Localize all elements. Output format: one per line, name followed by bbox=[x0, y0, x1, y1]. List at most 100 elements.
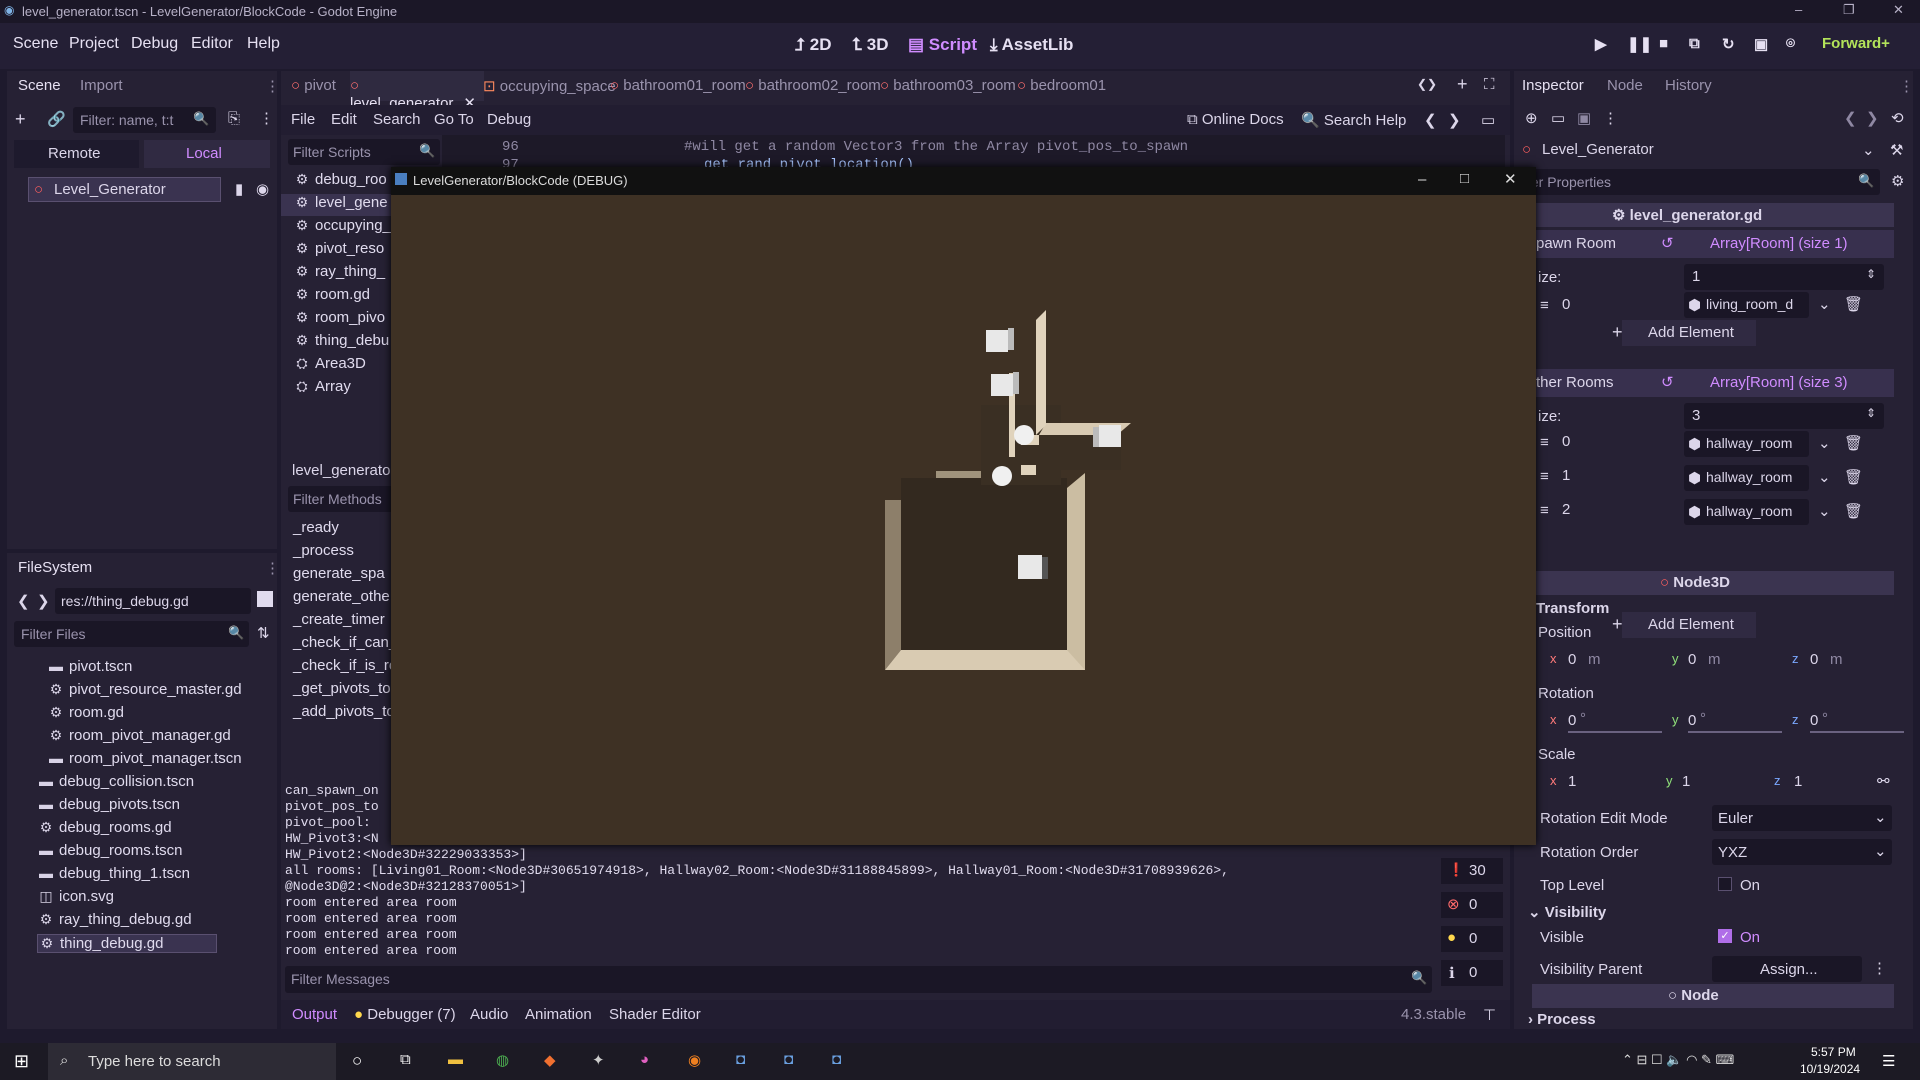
drag-handle-icon[interactable]: ≡ bbox=[1540, 297, 1549, 314]
warning-count-filter[interactable]: ● 0 bbox=[1441, 926, 1503, 952]
tab-filesystem[interactable]: FileSystem bbox=[18, 559, 92, 576]
rotation-z-slider[interactable] bbox=[1810, 731, 1904, 733]
taskbar-search[interactable]: ⌕ Type here to search bbox=[48, 1043, 336, 1080]
mode-assetlib-button[interactable]: ⤓ AssetLib bbox=[990, 35, 1073, 55]
forward-icon[interactable]: ❯ bbox=[37, 592, 50, 610]
minimize-icon[interactable]: – bbox=[1418, 171, 1426, 188]
task-view-icon[interactable]: ⧉ bbox=[400, 1051, 411, 1068]
menu-debug[interactable]: Debug bbox=[131, 35, 178, 53]
editor-tab-bedroom01[interactable]: ○ bedroom01 bbox=[1017, 71, 1106, 101]
file-item[interactable]: ▬ debug_collision.tscn bbox=[37, 773, 194, 790]
spawn-item-0-resource[interactable]: ⬢ living_room_d bbox=[1684, 292, 1809, 318]
app-icon-2[interactable]: ✦ bbox=[592, 1051, 605, 1069]
other-item-2-resource[interactable]: ⬢ hallway_room bbox=[1684, 499, 1809, 525]
revert-icon[interactable]: ↺ bbox=[1661, 373, 1674, 391]
mode-script-button[interactable]: ▤ Script bbox=[908, 35, 977, 55]
visible-checkbox[interactable]: ✓ On bbox=[1712, 926, 1792, 950]
more-icon[interactable]: ⋮ bbox=[1603, 109, 1618, 127]
split-view-icon[interactable] bbox=[257, 591, 273, 607]
editor-tab-bathroom03-room[interactable]: ○ bathroom03_room bbox=[880, 71, 1016, 101]
visibility-parent-assign[interactable]: Assign... bbox=[1712, 956, 1862, 982]
spawn-room-property[interactable]: pawn Room ↺ Array[Room] (size 1) bbox=[1532, 230, 1894, 258]
tray-icons[interactable]: ⌃ ⊟ ☐ 🔈 ◠ ✎ ⌨ bbox=[1622, 1052, 1734, 1068]
menu-editor[interactable]: Editor bbox=[191, 35, 233, 53]
save-resource-icon[interactable]: ▣ bbox=[1577, 109, 1591, 127]
movie-icon[interactable]: ⌾ bbox=[1786, 35, 1795, 52]
delete-icon[interactable]: 🗑 bbox=[1844, 295, 1863, 313]
back-icon[interactable]: ❮ bbox=[17, 592, 30, 610]
scene-root-node[interactable]: ○ Level_Generator bbox=[28, 177, 221, 202]
file-item[interactable]: ⚙ thing_debug.gd bbox=[37, 934, 217, 953]
top-level-checkbox[interactable]: On bbox=[1712, 874, 1792, 898]
file-item[interactable]: ▬ debug_pivots.tscn bbox=[37, 796, 180, 813]
chevron-down-icon[interactable]: ⌄ bbox=[1818, 295, 1831, 313]
visibility-section[interactable]: ⌄ Visibility bbox=[1528, 903, 1606, 921]
dock-menu-icon[interactable]: ⋮ bbox=[1899, 77, 1914, 95]
file-explorer-icon[interactable]: ▬ bbox=[448, 1051, 463, 1068]
clock-time[interactable]: 5:57 PM bbox=[1811, 1045, 1856, 1059]
rotation-fields[interactable]: x 0 ° y 0 ° z 0 ° bbox=[1532, 707, 1904, 735]
rotation-x-slider[interactable] bbox=[1568, 731, 1662, 733]
delete-icon[interactable]: 🗑 bbox=[1844, 502, 1863, 520]
new-tab-icon[interactable]: + bbox=[1457, 74, 1468, 95]
dock-menu-icon[interactable]: ⋮ bbox=[265, 559, 280, 577]
other-item-0-resource[interactable]: ⬢ hallway_room bbox=[1684, 431, 1809, 457]
tab-scene[interactable]: Scene bbox=[18, 77, 61, 94]
reload-icon[interactable]: ↻ bbox=[1722, 35, 1735, 53]
tab-audio[interactable]: Audio bbox=[470, 1006, 508, 1023]
play-icon[interactable]: ▶ bbox=[1595, 35, 1607, 53]
dock-menu-icon[interactable]: ⋮ bbox=[265, 77, 280, 95]
mode-2d-button[interactable]: ⮥ 2D bbox=[795, 35, 832, 55]
close-icon[interactable]: ✕ bbox=[1504, 170, 1517, 188]
visibility-eye-icon[interactable]: ◉ bbox=[256, 180, 269, 198]
more-icon[interactable]: ⋮ bbox=[259, 109, 274, 127]
drag-handle-icon[interactable]: ≡ bbox=[1540, 468, 1549, 485]
file-item[interactable]: ▬ debug_rooms.tscn bbox=[37, 842, 182, 859]
tools-icon[interactable]: ⚒ bbox=[1890, 141, 1903, 159]
remote-tab[interactable]: Remote bbox=[14, 140, 139, 168]
drag-handle-icon[interactable]: ≡ bbox=[1540, 434, 1549, 451]
tab-animation[interactable]: Animation bbox=[525, 1006, 592, 1023]
rotation-y-slider[interactable] bbox=[1688, 731, 1782, 733]
mode-3d-button[interactable]: ⮤ 3D bbox=[852, 35, 889, 55]
scale-fields[interactable]: x1 y1 z1 ⚯ bbox=[1532, 768, 1894, 796]
rotation-order-select[interactable]: YXZ ⌄ bbox=[1712, 839, 1892, 865]
distraction-free-icon[interactable]: ⛶ bbox=[1484, 76, 1495, 93]
settings-icon[interactable]: ⚙ bbox=[1891, 172, 1904, 190]
other-rooms-property[interactable]: ther Rooms ↺ Array[Room] (size 3) bbox=[1532, 369, 1894, 397]
file-item[interactable]: ⚙ room.gd bbox=[47, 704, 124, 721]
process-section[interactable]: › Process bbox=[1528, 1011, 1596, 1028]
script-icon[interactable]: ▮ bbox=[235, 180, 243, 198]
stop-icon[interactable]: ■ bbox=[1659, 35, 1668, 52]
play-scene-icon[interactable]: ▣ bbox=[1754, 35, 1768, 53]
local-tab[interactable]: Local bbox=[144, 140, 270, 168]
filter-properties-input[interactable]: ter Properties 🔍 bbox=[1522, 169, 1880, 195]
method-item[interactable]: _check_if_can_ bbox=[293, 634, 397, 651]
script-attach-icon[interactable]: ⎘ bbox=[228, 110, 240, 127]
file-item[interactable]: ◫ icon.svg bbox=[37, 888, 114, 905]
script-menu-goto[interactable]: Go To bbox=[434, 111, 474, 128]
renderer-select[interactable]: Forward+ bbox=[1822, 35, 1890, 52]
position-fields[interactable]: x0m y0m z0m bbox=[1532, 646, 1894, 674]
script-menu-file[interactable]: File bbox=[291, 111, 315, 128]
link-icon[interactable]: 🔗 bbox=[47, 110, 66, 128]
tab-scroll-icon[interactable]: ❮❯ bbox=[1417, 77, 1437, 91]
drag-handle-icon[interactable]: ≡ bbox=[1540, 502, 1549, 519]
tab-inspector[interactable]: Inspector bbox=[1522, 77, 1584, 94]
scene-filter-input[interactable]: Filter: name, t:t 🔍 bbox=[73, 107, 216, 133]
transform-section[interactable]: Transform bbox=[1536, 600, 1609, 617]
history-back-icon[interactable]: ❮ bbox=[1844, 109, 1857, 127]
file-item[interactable]: ⚙ pivot_resource_master.gd bbox=[47, 681, 242, 698]
clock-date[interactable]: 10/19/2024 bbox=[1800, 1062, 1860, 1076]
godot-icon-3[interactable]: ◘ bbox=[832, 1051, 841, 1068]
close-icon[interactable]: ✕ bbox=[1893, 2, 1904, 18]
method-item[interactable]: _get_pivots_to bbox=[293, 680, 391, 697]
link-icon[interactable]: ⚯ bbox=[1877, 772, 1890, 790]
file-item[interactable]: ▬ room_pivot_manager.tscn bbox=[47, 750, 242, 767]
pause-icon[interactable]: ❚❚ bbox=[1627, 35, 1652, 53]
editor-tab-bathroom01-room[interactable]: ○ bathroom01_room bbox=[610, 71, 746, 101]
minimize-icon[interactable]: – bbox=[1795, 2, 1802, 17]
editor-tab-level-generator[interactable]: ○ level_generator ✕ bbox=[350, 71, 484, 112]
tab-node[interactable]: Node bbox=[1607, 77, 1643, 94]
delete-icon[interactable]: 🗑 bbox=[1844, 434, 1863, 452]
